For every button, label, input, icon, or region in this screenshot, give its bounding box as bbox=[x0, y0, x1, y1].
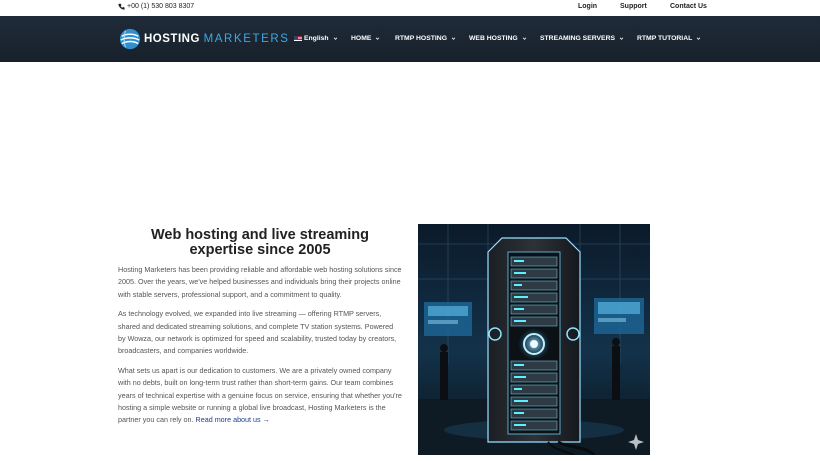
server-rack-image bbox=[418, 224, 650, 455]
chevron-down-icon bbox=[451, 37, 456, 40]
phone-icon bbox=[118, 3, 125, 10]
login-link[interactable]: Login bbox=[578, 3, 597, 10]
logo-text: HOSTING MARKETERS bbox=[144, 33, 290, 45]
paragraph-values: What sets us apart is our dedication to … bbox=[118, 365, 402, 425]
nav-rtmp-tutorial[interactable]: RTMP TUTORIAL bbox=[637, 35, 701, 42]
phone-number[interactable]: +00 (1) 530 803 8307 bbox=[118, 3, 194, 10]
language-selector[interactable]: English bbox=[294, 35, 338, 42]
site-logo[interactable]: HOSTING MARKETERS bbox=[119, 25, 290, 53]
paragraph-history: Hosting Marketers has been providing rel… bbox=[118, 265, 402, 299]
about-section: Web hosting and live streaming expertise… bbox=[118, 228, 402, 427]
paragraph-streaming: As technology evolved, we expanded into … bbox=[118, 309, 397, 356]
us-flag-icon bbox=[294, 36, 302, 41]
globe-logo-icon bbox=[119, 28, 141, 50]
read-more-link[interactable]: Read more about us → bbox=[196, 415, 270, 424]
nav-rtmp-hosting[interactable]: RTMP HOSTING bbox=[395, 35, 456, 42]
support-link[interactable]: Support bbox=[620, 3, 647, 10]
phone-text: +00 (1) 530 803 8307 bbox=[127, 3, 195, 10]
chevron-down-icon bbox=[619, 37, 624, 40]
chevron-down-icon bbox=[522, 37, 527, 40]
chevron-down-icon bbox=[696, 37, 701, 40]
nav-streaming-servers[interactable]: STREAMING SERVERS bbox=[540, 35, 624, 42]
section-heading: Web hosting and live streaming expertise… bbox=[150, 227, 370, 258]
nav-web-hosting[interactable]: WEB HOSTING bbox=[469, 35, 527, 42]
main-navbar: HOSTING MARKETERS English HOME RTMP HOST… bbox=[0, 16, 820, 62]
nav-home[interactable]: HOME bbox=[351, 35, 380, 42]
chevron-down-icon bbox=[333, 37, 337, 40]
contact-us-link[interactable]: Contact Us bbox=[670, 3, 707, 10]
server-rack-illustration bbox=[418, 224, 650, 455]
top-bar: +00 (1) 530 803 8307 Login Support Conta… bbox=[0, 0, 820, 16]
chevron-down-icon bbox=[376, 37, 380, 40]
